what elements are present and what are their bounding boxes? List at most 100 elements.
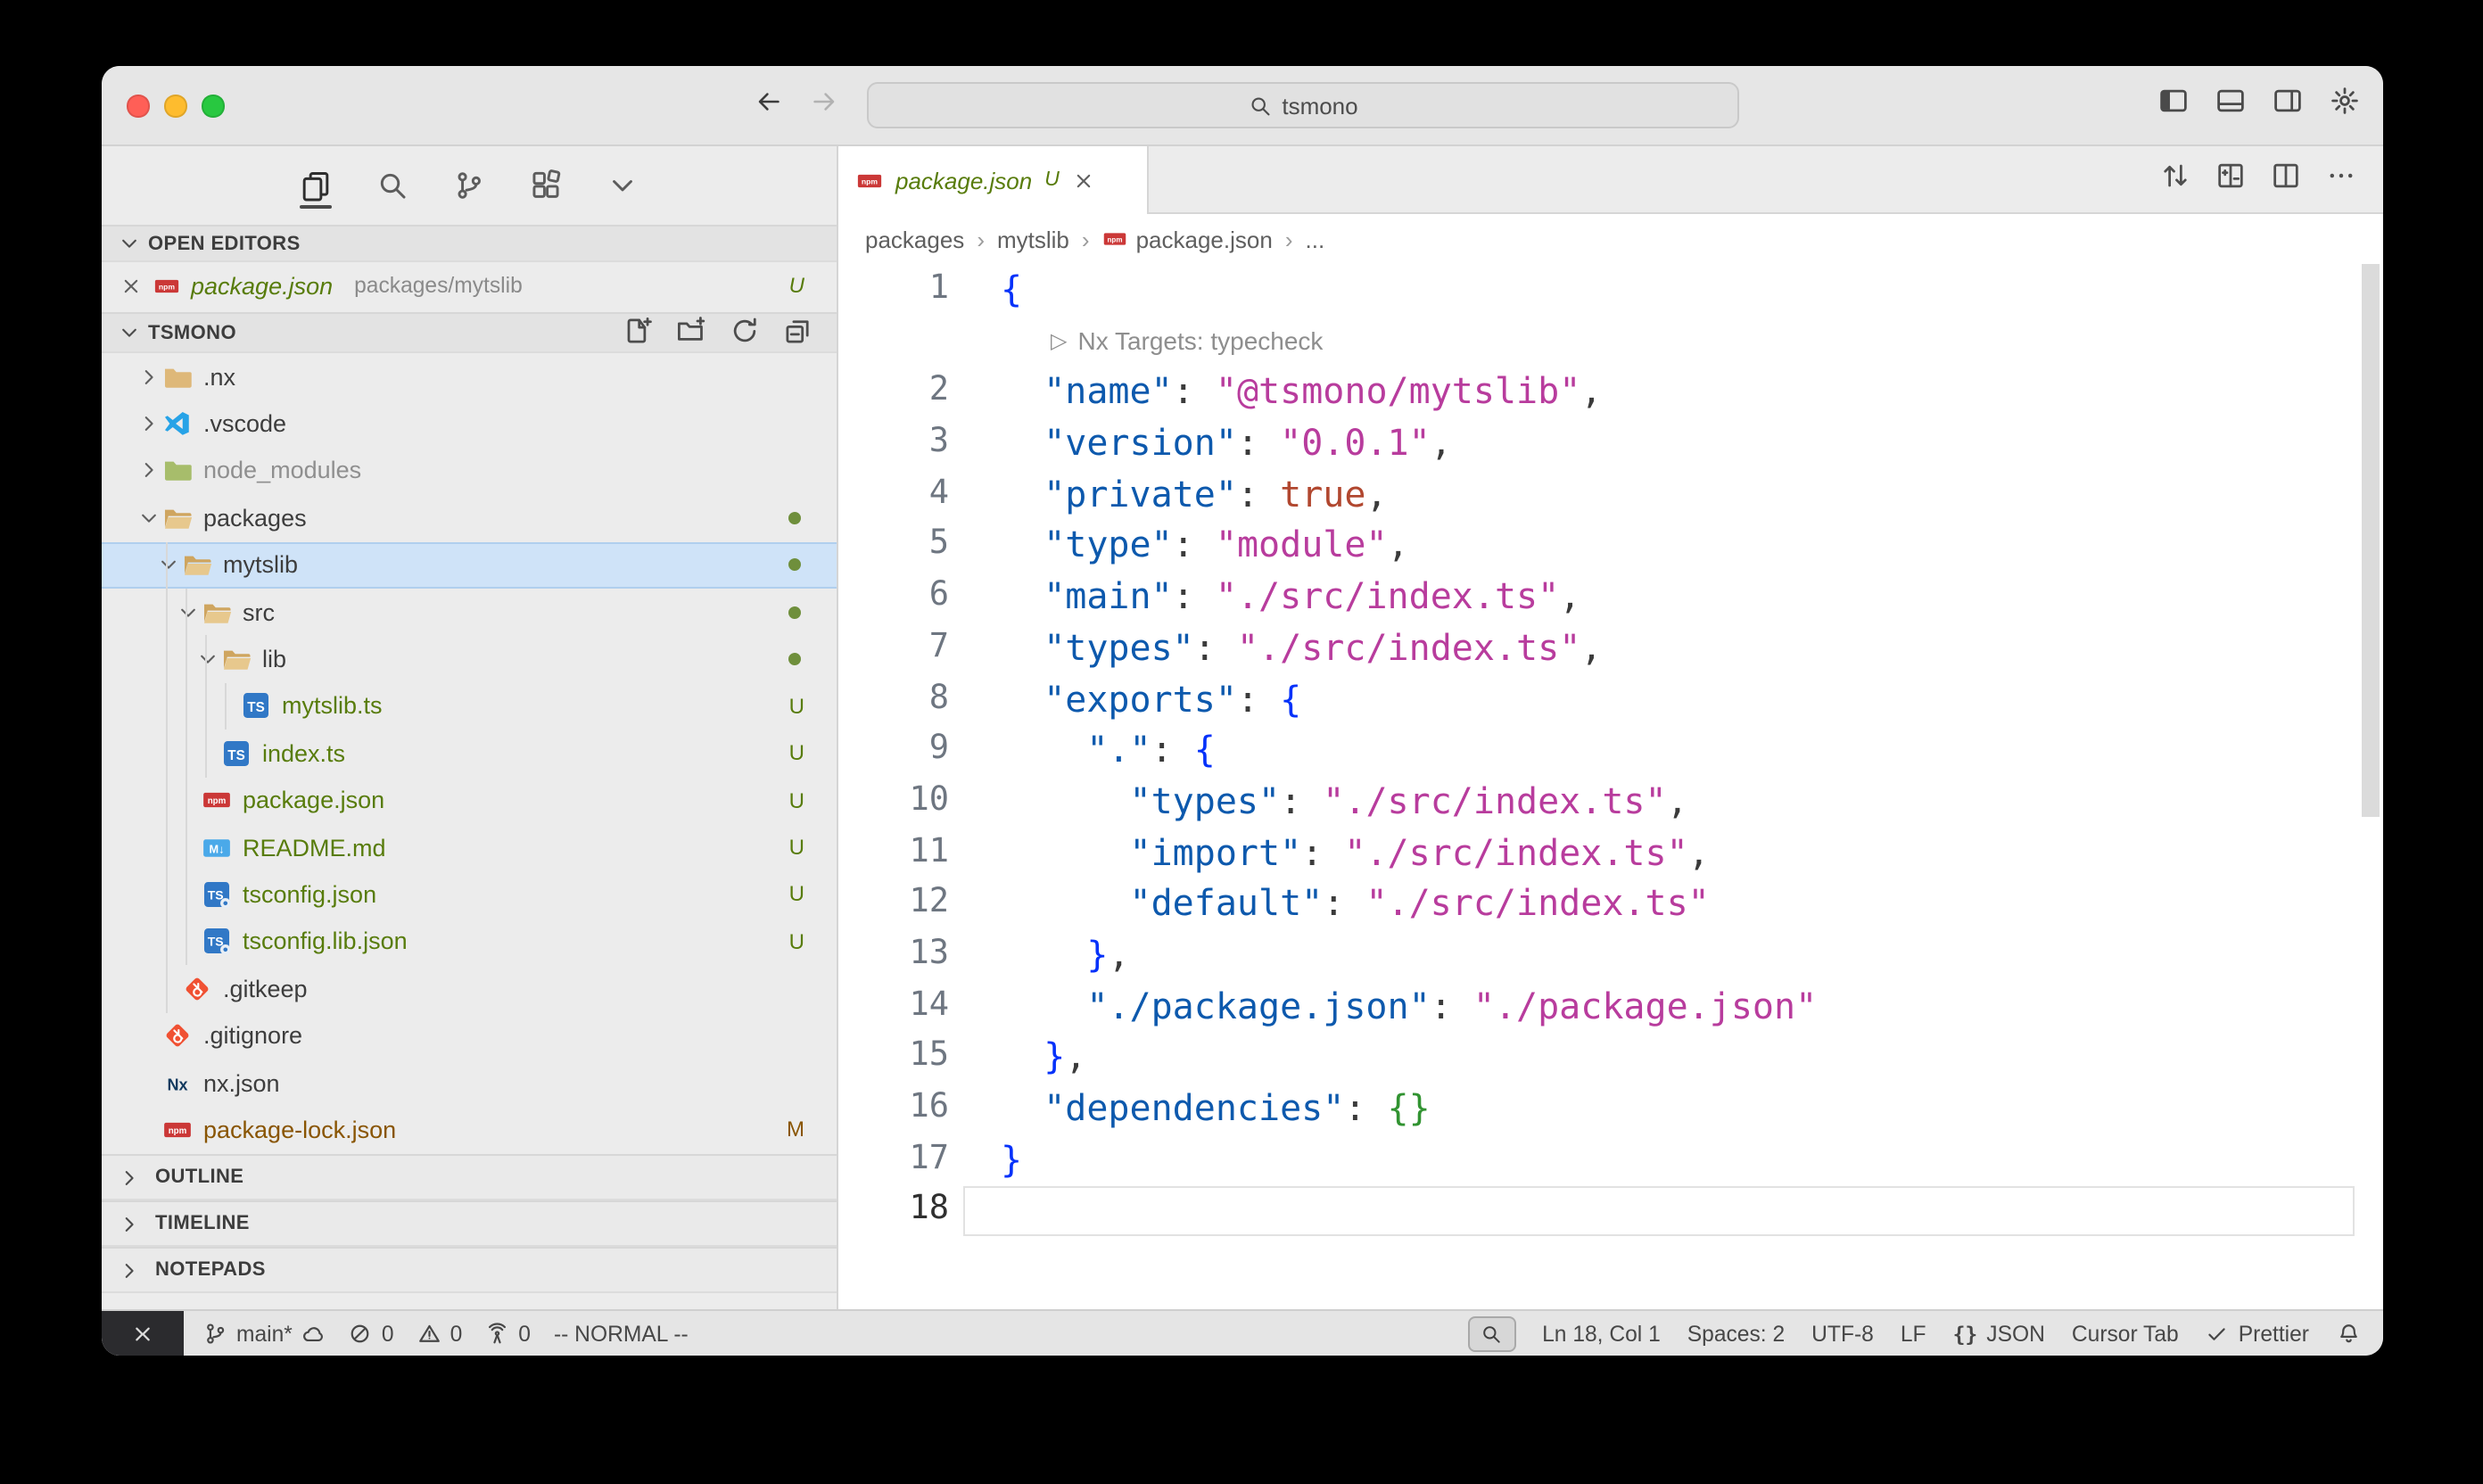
- breadcrumb-mytslib[interactable]: mytslib: [997, 226, 1069, 252]
- tree-item-tsconfig-json[interactable]: TStsconfig.jsonU: [102, 871, 837, 919]
- split-editor-button[interactable]: [2271, 160, 2301, 199]
- forward-button[interactable]: [810, 87, 838, 124]
- chevron-right-icon[interactable]: [134, 457, 162, 485]
- encoding-status-item[interactable]: UTF-8: [1811, 1321, 1874, 1346]
- activity-extensions[interactable]: [523, 162, 569, 209]
- tree-item-label: nx.json: [203, 1069, 280, 1096]
- collapse-folders-button[interactable]: [783, 315, 821, 350]
- panel-header-notepads[interactable]: NOTEPADS: [102, 1247, 837, 1293]
- tab-package-json[interactable]: npm package.json U: [838, 146, 1149, 214]
- formatter-status-item[interactable]: Prettier: [2206, 1321, 2309, 1346]
- code-line[interactable]: {: [1001, 264, 1817, 315]
- command-center-search[interactable]: tsmono: [867, 82, 1739, 128]
- code-line[interactable]: },: [1001, 1032, 1817, 1083]
- breadcrumb-package-json[interactable]: npmpackage.json: [1102, 226, 1273, 252]
- cursor-tab-status-item[interactable]: Cursor Tab: [2072, 1321, 2179, 1346]
- more-actions-button[interactable]: [2326, 160, 2356, 199]
- code-line[interactable]: "types": "./src/index.ts",: [1001, 622, 1817, 673]
- code-line[interactable]: "name": "@tsmono/mytslib",: [1001, 367, 1817, 417]
- activity-search[interactable]: [369, 162, 416, 209]
- toggle-panel-button[interactable]: [2215, 86, 2246, 125]
- code-line[interactable]: "main": "./src/index.ts",: [1001, 571, 1817, 622]
- tree-item--gitkeep[interactable]: .gitkeep: [102, 965, 837, 1012]
- new-file-icon: [623, 315, 653, 345]
- code-line[interactable]: ".": {: [1001, 724, 1817, 775]
- remote-indicator[interactable]: [102, 1311, 184, 1356]
- panel-header-outline[interactable]: OUTLINE: [102, 1154, 837, 1200]
- minimize-window-button[interactable]: [164, 95, 186, 117]
- code-line[interactable]: "default": "./src/index.ts": [1001, 878, 1817, 929]
- chevron-right-icon[interactable]: [134, 362, 162, 391]
- vertical-scrollbar[interactable]: [2362, 264, 2380, 817]
- tree-item--gitignore[interactable]: .gitignore: [102, 1012, 837, 1059]
- tree-item--vscode[interactable]: .vscode: [102, 400, 837, 448]
- tree-item-package-json[interactable]: npmpackage.jsonU: [102, 777, 837, 824]
- chevron-down-icon[interactable]: [173, 598, 202, 626]
- code-line[interactable]: },: [1001, 929, 1817, 980]
- tree-item-tsconfig-lib-json[interactable]: TStsconfig.lib.jsonU: [102, 918, 837, 965]
- code-line[interactable]: "exports": {: [1001, 673, 1817, 724]
- open-editor-item[interactable]: npmpackage.jsonpackages/mytslibU: [102, 262, 837, 309]
- chevron-down-icon[interactable]: [153, 551, 182, 580]
- vim-mode-status-item[interactable]: -- NORMAL --: [554, 1321, 689, 1346]
- code-line[interactable]: "private": true,: [1001, 469, 1817, 520]
- breadcrumb-packages[interactable]: packages: [865, 226, 964, 252]
- tree-item-packages[interactable]: packages: [102, 494, 837, 541]
- tree-item-readme-md[interactable]: M↓README.mdU: [102, 824, 837, 871]
- code-line[interactable]: "dependencies": {}: [1001, 1083, 1817, 1134]
- toggle-secondary-sidebar-button[interactable]: [2273, 86, 2303, 125]
- indentation-status-item[interactable]: Spaces: 2: [1687, 1321, 1785, 1346]
- tree-item--nx[interactable]: .nx: [102, 353, 837, 400]
- open-changes-button[interactable]: [2215, 160, 2246, 199]
- tree-item-nx-json[interactable]: Nxnx.json: [102, 1059, 837, 1107]
- eol-status-item[interactable]: LF: [1901, 1321, 1926, 1346]
- close-icon[interactable]: [1072, 169, 1095, 192]
- code-line[interactable]: [1001, 1185, 1817, 1236]
- code-line[interactable]: "version": "0.0.1",: [1001, 417, 1817, 468]
- tree-item-package-lock-json[interactable]: npmpackage-lock.jsonM: [102, 1107, 837, 1154]
- tree-item-mytslib-ts[interactable]: TSmytslib.tsU: [102, 682, 837, 730]
- activity-source-control[interactable]: [446, 162, 492, 209]
- line-number: 9: [838, 724, 949, 775]
- refresh-explorer-button[interactable]: [730, 315, 767, 350]
- code-lens[interactable]: ▷Nx Targets: typecheck: [1001, 315, 1817, 366]
- breadcrumb--[interactable]: ...: [1306, 226, 1325, 252]
- code-line[interactable]: "./package.json": "./package.json": [1001, 980, 1817, 1031]
- zoom-indicator[interactable]: [1467, 1315, 1515, 1351]
- activity-more-views[interactable]: [599, 162, 646, 209]
- close-editor-icon[interactable]: [120, 274, 143, 297]
- new-folder-button[interactable]: [676, 315, 714, 350]
- code-editor[interactable]: 123456789101112131415161718 {▷Nx Targets…: [838, 264, 2383, 1309]
- chevron-right-icon[interactable]: [134, 409, 162, 438]
- code-line[interactable]: "types": "./src/index.ts",: [1001, 776, 1817, 827]
- tree-item-src[interactable]: src: [102, 589, 837, 636]
- new-file-button[interactable]: [623, 315, 660, 350]
- explorer-header[interactable]: TSMONO: [102, 312, 837, 353]
- panel-header-timeline[interactable]: TIMELINE: [102, 1200, 837, 1247]
- language-mode-status-item[interactable]: {}JSON: [1953, 1321, 2045, 1346]
- tree-item-mytslib[interactable]: mytslib: [102, 541, 837, 589]
- tree-item-node-modules[interactable]: node_modules: [102, 448, 837, 495]
- chevron-down-icon[interactable]: [193, 645, 221, 673]
- zoom-window-button[interactable]: [202, 95, 224, 117]
- tree-item-lib[interactable]: lib: [102, 636, 837, 683]
- activity-explorer[interactable]: [293, 162, 339, 209]
- toggle-primary-sidebar-button[interactable]: [2158, 86, 2189, 125]
- code-line[interactable]: }: [1001, 1134, 1817, 1184]
- notifications-status-item[interactable]: [2336, 1322, 2360, 1346]
- errors-status-item[interactable]: 0: [349, 1321, 394, 1346]
- code-line[interactable]: "import": "./src/index.ts",: [1001, 827, 1817, 878]
- back-button[interactable]: [755, 87, 783, 124]
- warnings-status-item[interactable]: 0: [417, 1321, 463, 1346]
- settings-button[interactable]: [2330, 86, 2360, 125]
- ports-status-item[interactable]: 0: [485, 1321, 531, 1346]
- tree-item-index-ts[interactable]: TSindex.tsU: [102, 730, 837, 777]
- branch-status-item[interactable]: main*: [203, 1321, 326, 1346]
- compare-changes-button[interactable]: [2160, 160, 2190, 199]
- line-number: 3: [838, 417, 949, 468]
- cursor-position-status-item[interactable]: Ln 18, Col 1: [1542, 1321, 1661, 1346]
- chevron-down-icon[interactable]: [134, 504, 162, 532]
- code-line[interactable]: "type": "module",: [1001, 520, 1817, 571]
- open-editors-header[interactable]: OPEN EDITORS: [102, 225, 837, 262]
- close-window-button[interactable]: [127, 95, 149, 117]
